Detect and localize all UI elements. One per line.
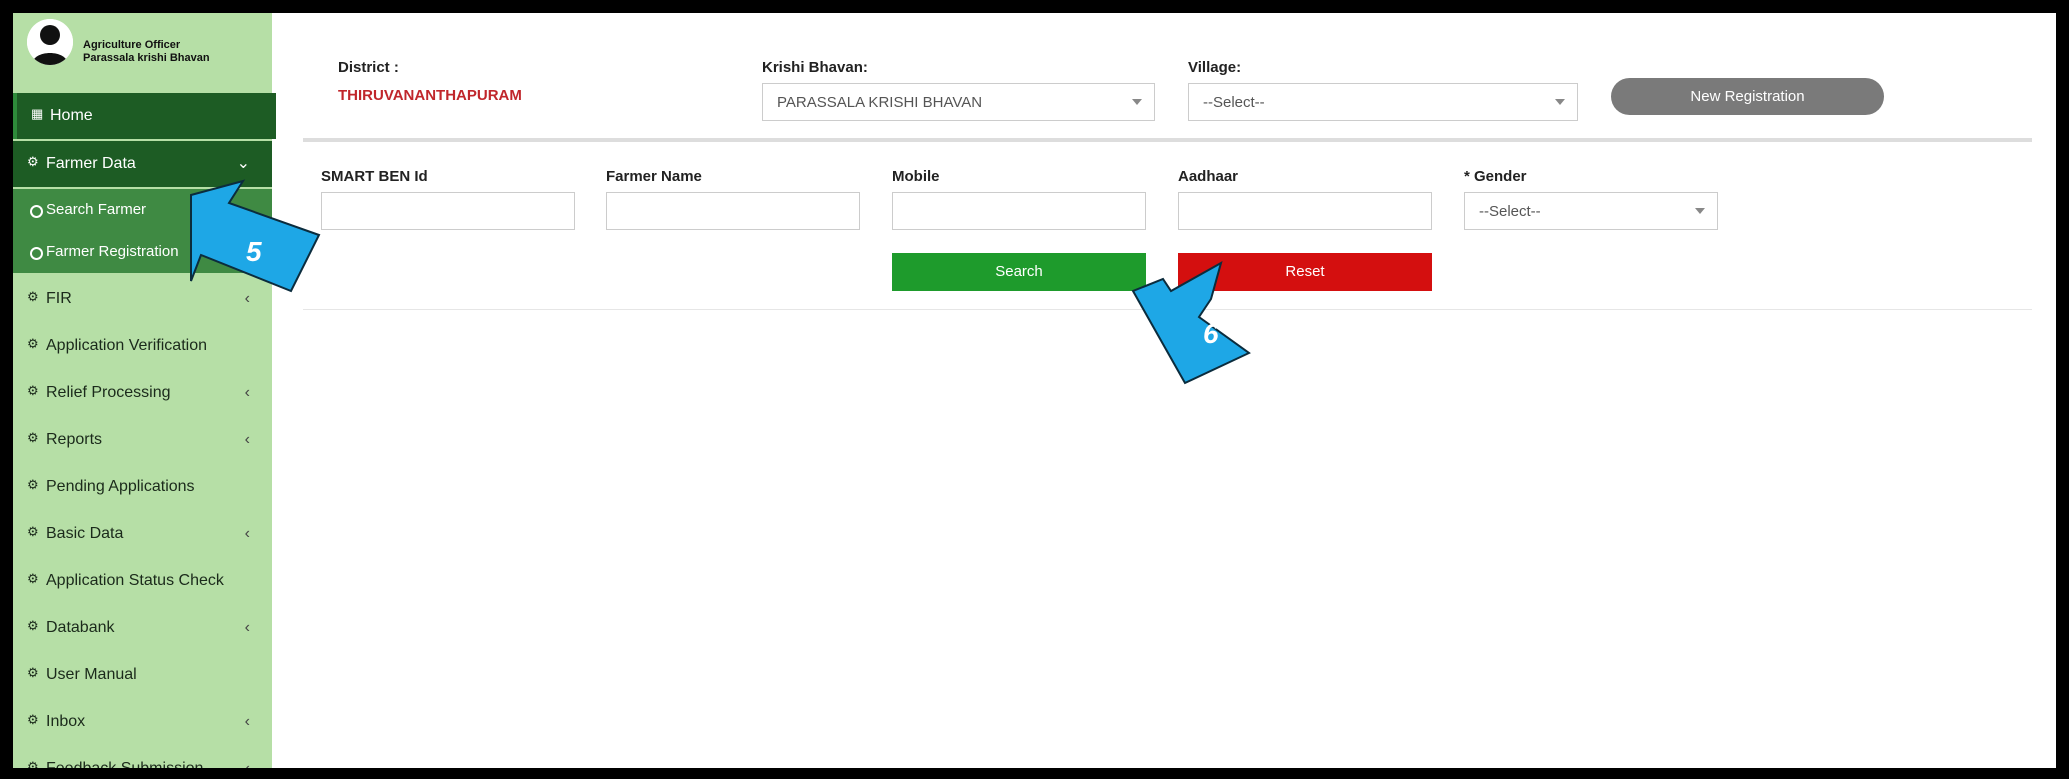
sidebar-item-label: User Manual (46, 666, 137, 683)
sidebar-item-label: Home (50, 107, 93, 124)
sidebar-item-application-verification[interactable]: ⚙ Application Verification (13, 323, 272, 369)
user-panel: Agriculture Officer Parassala krishi Bha… (13, 13, 272, 93)
krishi-bhavan-label: Krishi Bhavan: (762, 59, 868, 76)
sidebar-item-label: Application Verification (46, 337, 207, 354)
sidebar-item-label: Basic Data (46, 525, 124, 542)
sidebar-item-reports[interactable]: ⚙ Reports ‹ (13, 417, 272, 463)
chevron-left-icon: ‹ (244, 713, 250, 730)
circle-icon (30, 205, 43, 218)
sidebar-item-label: Application Status Check (46, 572, 224, 589)
sidebar-item-user-manual[interactable]: ⚙ User Manual (13, 652, 272, 698)
sidebar-item-label: FIR (46, 290, 72, 307)
gender-value: --Select-- (1479, 203, 1541, 220)
krishi-bhavan-select[interactable]: PARASSALA KRISHI BHAVAN (762, 83, 1155, 121)
sidebar-item-databank[interactable]: ⚙ Databank ‹ (13, 605, 272, 651)
dashboard-icon: ⚙ (27, 618, 39, 633)
dashboard-icon: ⚙ (27, 289, 39, 304)
sidebar-item-label: Databank (46, 619, 115, 636)
callout-arrow-5: 5 (173, 173, 323, 313)
dashboard-icon: ⚙ (27, 383, 39, 398)
chevron-left-icon: ‹ (244, 384, 250, 401)
sidebar-item-label: Feedback Submission (46, 760, 203, 768)
sidebar-item-inbox[interactable]: ⚙ Inbox ‹ (13, 699, 272, 745)
district-label: District : (338, 59, 399, 76)
sidebar-item-label: Relief Processing (46, 384, 171, 401)
dashboard-icon: ⚙ (27, 336, 39, 351)
user-office: Parassala krishi Bhavan (83, 52, 210, 64)
dashboard-icon: ⚙ (27, 665, 39, 680)
caret-down-icon (1695, 208, 1705, 214)
sidebar-item-label: Farmer Registration (46, 243, 179, 260)
chevron-left-icon: ‹ (245, 760, 250, 768)
dashboard-icon: ⚙ (27, 712, 39, 727)
dashboard-icon: ⚙ (27, 571, 39, 586)
village-label: Village: (1188, 59, 1242, 76)
sidebar-item-feedback-submission[interactable]: ⚙ Feedback Submission ‹ (13, 746, 272, 769)
dashboard-icon: ⚙ (27, 759, 39, 769)
user-role: Agriculture Officer (83, 39, 181, 51)
mobile-input[interactable] (892, 192, 1146, 230)
gender-label: * Gender (1464, 168, 1527, 185)
chevron-left-icon: ‹ (244, 619, 250, 636)
app-window: Agriculture Officer Parassala krishi Bha… (13, 13, 2056, 768)
callout-arrow-6: 6 (1123, 243, 1273, 388)
chevron-left-icon: ‹ (244, 431, 250, 448)
new-registration-button[interactable]: New Registration (1611, 78, 1884, 115)
dashboard-icon: ⚙ (27, 477, 39, 492)
caret-down-icon (1555, 99, 1565, 105)
dashboard-icon: ⚙ (27, 154, 39, 169)
callout-number-5: 5 (246, 236, 262, 267)
search-button[interactable]: Search (892, 253, 1146, 291)
callout-number-6: 6 (1203, 318, 1219, 349)
village-select[interactable]: --Select-- (1188, 83, 1578, 121)
aadhaar-input[interactable] (1178, 192, 1432, 230)
grid-icon: ▦ (31, 106, 44, 121)
sidebar-item-pending-applications[interactable]: ⚙ Pending Applications (13, 464, 272, 510)
sidebar-item-home[interactable]: ▦ Home (13, 93, 276, 139)
smart-ben-id-input[interactable] (321, 192, 575, 230)
smart-ben-id-label: SMART BEN Id (321, 168, 428, 185)
sidebar: Agriculture Officer Parassala krishi Bha… (13, 13, 276, 769)
sidebar-item-label: Search Farmer (46, 201, 147, 218)
avatar-icon (27, 19, 73, 65)
sidebar-item-label: Inbox (46, 713, 86, 730)
chevron-down-icon: ⌄ (236, 155, 250, 172)
village-value: --Select-- (1203, 94, 1265, 111)
sidebar-item-relief-processing[interactable]: ⚙ Relief Processing ‹ (13, 370, 272, 416)
dashboard-icon: ⚙ (27, 524, 39, 539)
sidebar-item-basic-data[interactable]: ⚙ Basic Data ‹ (13, 511, 272, 557)
chevron-left-icon: ‹ (244, 525, 250, 542)
sidebar-item-application-status-check[interactable]: ⚙ Application Status Check (13, 558, 272, 604)
sidebar-item-label: Farmer Data (46, 155, 136, 172)
farmer-name-input[interactable] (606, 192, 860, 230)
caret-down-icon (1132, 99, 1142, 105)
krishi-bhavan-value: PARASSALA KRISHI BHAVAN (777, 94, 983, 111)
gender-select[interactable]: --Select-- (1464, 192, 1718, 230)
district-value: THIRUVANANTHAPURAM (338, 87, 522, 104)
dashboard-icon: ⚙ (27, 430, 39, 445)
aadhaar-label: Aadhaar (1178, 168, 1239, 185)
mobile-label: Mobile (892, 168, 940, 185)
divider (303, 138, 2032, 142)
farmer-name-label: Farmer Name (606, 168, 702, 185)
circle-icon (30, 247, 43, 260)
sidebar-item-label: Reports (46, 431, 103, 448)
sidebar-item-label: Pending Applications (46, 478, 195, 495)
